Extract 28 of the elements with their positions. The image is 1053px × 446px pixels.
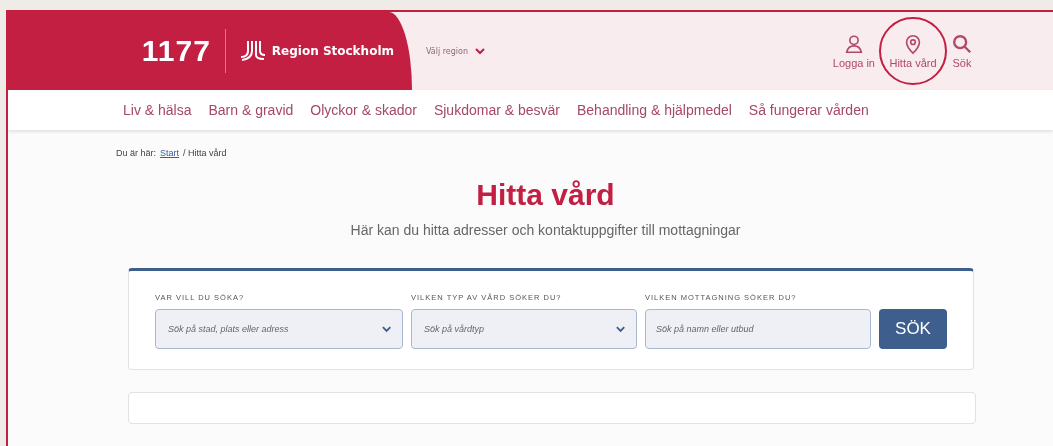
select-field[interactable]: Sök på stad, plats eller adress bbox=[155, 309, 403, 349]
chevron-down-icon bbox=[474, 45, 487, 57]
region-logo-icon bbox=[239, 39, 266, 63]
input-field[interactable]: Sök på namn eller utbud bbox=[645, 309, 871, 349]
region-logo[interactable]: Region Stockholm bbox=[239, 39, 394, 63]
region-select[interactable]: Välj region bbox=[426, 12, 487, 90]
select-field[interactable]: Sök på vårdtyp bbox=[411, 309, 637, 349]
header-action[interactable]: Logga in bbox=[830, 27, 877, 75]
nav-link[interactable]: Behandling & hjälpmedel bbox=[576, 102, 732, 118]
nav-link[interactable]: Olyckor & skador bbox=[310, 102, 417, 118]
nav-link[interactable]: Barn & gravid bbox=[208, 102, 294, 118]
header-action[interactable]: Sök bbox=[949, 27, 975, 75]
nav-link[interactable]: Så fungerar vården bbox=[748, 102, 869, 118]
nav-link[interactable]: Liv & hälsa bbox=[123, 102, 192, 118]
breadcrumb-current: / Hitta vård bbox=[183, 148, 227, 158]
page-title: Hitta vård bbox=[475, 178, 616, 212]
breadcrumb-label: Du är här: bbox=[116, 148, 157, 158]
search-button[interactable]: SÖK bbox=[879, 309, 947, 349]
nav-link[interactable]: Sjukdomar & besvär bbox=[433, 102, 560, 118]
search-icon bbox=[951, 33, 973, 55]
header-action[interactable]: Hitta vård bbox=[879, 17, 947, 85]
select-input[interactable]: Sök på vårdtyp bbox=[422, 323, 615, 335]
page-subtitle: Här kan du hitta adresser och kontaktuppgifter till mottagningar bbox=[349, 222, 742, 238]
chevron-down-icon bbox=[614, 323, 626, 335]
logo[interactable]: 1177 bbox=[141, 34, 211, 68]
breadcrumb-link[interactable]: Start bbox=[160, 148, 180, 158]
select-input[interactable]: Sök på stad, plats eller adress bbox=[166, 323, 381, 335]
chevron-down-icon bbox=[380, 323, 392, 335]
